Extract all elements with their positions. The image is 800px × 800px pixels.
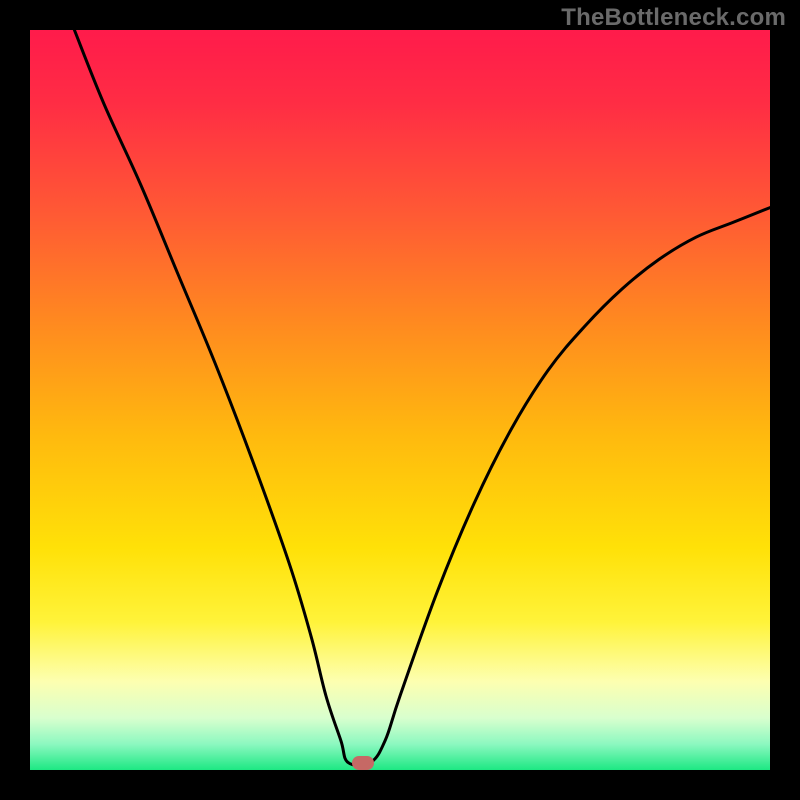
plot-area (30, 30, 770, 770)
chart-frame: TheBottleneck.com (0, 0, 800, 800)
chart-svg (30, 30, 770, 770)
watermark-text: TheBottleneck.com (561, 4, 786, 32)
optimum-marker (352, 756, 374, 770)
gradient-background (30, 30, 770, 770)
